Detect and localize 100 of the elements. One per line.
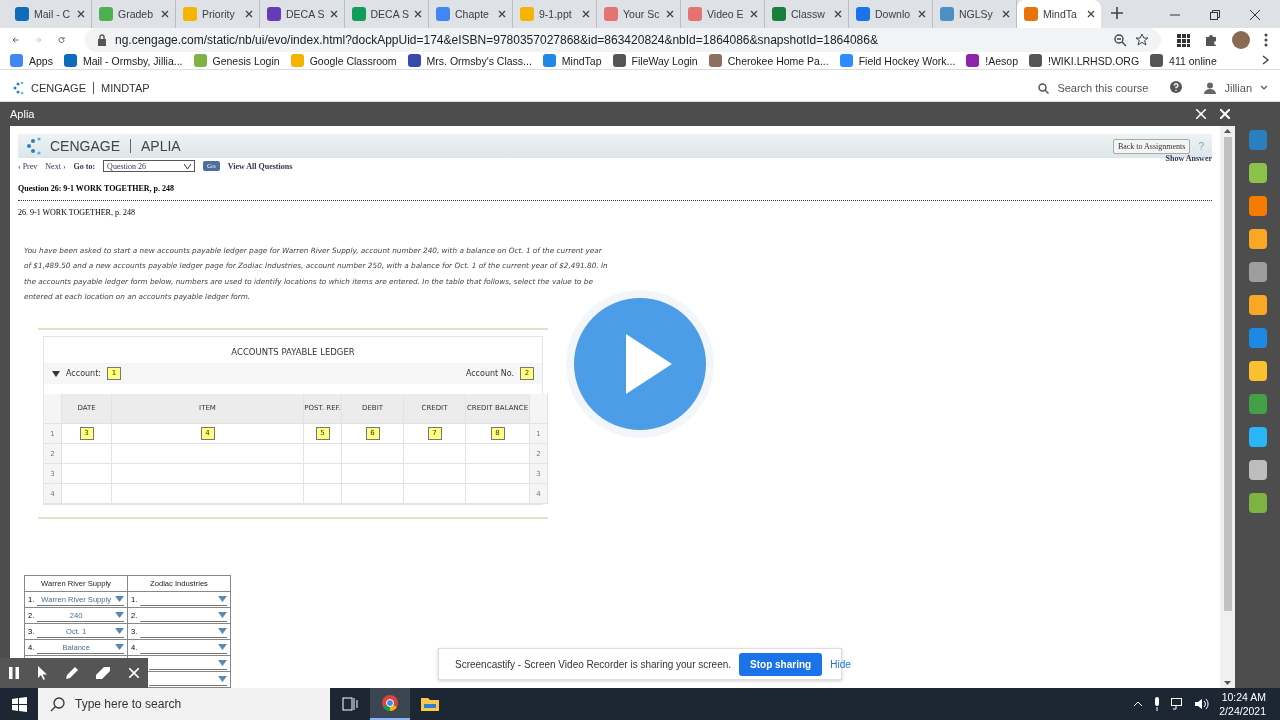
- search-icon: [1038, 82, 1050, 94]
- pointer-icon: [37, 666, 48, 680]
- eraser-icon: [96, 667, 111, 679]
- close-icon: [1220, 109, 1230, 120]
- app-icon[interactable]: [1248, 361, 1267, 382]
- close-icon: [918, 10, 927, 18]
- app-icon[interactable]: [1248, 493, 1267, 514]
- product-name: APLIA: [141, 138, 181, 155]
- answer-dropdown[interactable]: [140, 625, 227, 638]
- grid-icon: [1177, 33, 1190, 47]
- app-icon[interactable]: [1248, 328, 1267, 349]
- dropdown-arrow-icon: [218, 596, 227, 602]
- browser-tab[interactable]: Mail - C: [8, 0, 92, 28]
- microphone-icon: [1153, 697, 1162, 711]
- play-icon: [572, 296, 708, 432]
- next-link[interactable]: Next ›: [45, 161, 66, 171]
- zoom-icon: [1114, 33, 1127, 47]
- dropdown-arrow-icon: [218, 628, 227, 634]
- sharing-message: Screencastify - Screen Video Recorder is sharing your screen.: [455, 658, 732, 670]
- bookmark-link[interactable]: Apps: [10, 54, 53, 68]
- star-icon: [1135, 33, 1149, 47]
- bookmark-link[interactable]: Cherokee Home Pa...: [708, 54, 829, 68]
- close-icon: [77, 10, 85, 18]
- ledger-cell: [62, 464, 112, 484]
- task-view-icon: [342, 697, 358, 711]
- answer-dropdown[interactable]: [149, 673, 227, 686]
- user-menu[interactable]: Jillian: [1224, 82, 1252, 95]
- scroll-up-icon: [1224, 129, 1231, 134]
- close-icon: [161, 10, 169, 18]
- app-icon[interactable]: [1248, 427, 1267, 448]
- bookmark-link[interactable]: !WIKI.LRHSD.ORG: [1029, 54, 1140, 68]
- ledger-title: ACCOUNTS PAYABLE LEDGER: [230, 346, 356, 359]
- close-icon: [582, 10, 591, 18]
- pencil-icon: [65, 667, 78, 679]
- close-icon: [414, 10, 423, 18]
- close-icon: [834, 10, 843, 18]
- question-title: Question 26: 9-1 WORK TOGETHER, p. 248: [18, 184, 1212, 202]
- user-icon: [1204, 82, 1217, 95]
- question-select[interactable]: Question 26: [103, 160, 196, 173]
- ledger-cell: [304, 464, 342, 484]
- answer-dropdown[interactable]: [140, 641, 227, 654]
- restore-icon: [1210, 10, 1220, 20]
- scroll-down-icon: [1224, 681, 1231, 685]
- search-icon: [50, 696, 65, 712]
- puzzle-icon: [1204, 33, 1218, 47]
- caret-icon: [184, 163, 192, 169]
- bookmark-link[interactable]: Genesis Login: [193, 54, 280, 68]
- close-icon: [245, 10, 253, 18]
- show-answer-link[interactable]: Show Answer: [1165, 154, 1212, 164]
- answer-dropdown[interactable]: [140, 593, 227, 606]
- goto-label: Go to:: [73, 161, 96, 171]
- collapse-icon: [1196, 109, 1206, 120]
- chevron-icon: [1262, 54, 1270, 65]
- dropdown-arrow-icon: [115, 644, 124, 650]
- close-icon: [1087, 10, 1096, 18]
- app-icon[interactable]: [1248, 394, 1267, 415]
- avatar-icon[interactable]: [1232, 31, 1250, 49]
- app-icon[interactable]: [1248, 163, 1267, 184]
- bookmark-link[interactable]: Mail - Ormsby, Jillia...: [63, 54, 183, 68]
- close-icon: [1250, 10, 1260, 20]
- close-icon: [128, 668, 139, 678]
- plus-icon: [1111, 7, 1124, 19]
- prev-link[interactable]: ‹ Prev: [18, 161, 38, 171]
- bookmark-link[interactable]: FileWay Login: [612, 54, 698, 68]
- bookmark-link[interactable]: Google Classroom: [290, 54, 397, 68]
- browser-tab[interactable]: MindTa: [1017, 0, 1102, 28]
- bookmark-link[interactable]: Mrs. Ormsby's Class...: [407, 54, 532, 68]
- bookmark-link[interactable]: !Aesop: [966, 54, 1019, 68]
- app-icon[interactable]: [1248, 229, 1267, 250]
- app-icon[interactable]: [1248, 295, 1267, 316]
- app-title: Aplia: [10, 108, 35, 121]
- dropdown-arrow-icon: [218, 660, 227, 666]
- volume-icon: [1195, 698, 1210, 710]
- ledger-cell: [342, 464, 404, 484]
- answer-dropdown[interactable]: [149, 657, 227, 670]
- back-to-assignments-button[interactable]: Back to Assignments: [1112, 138, 1191, 154]
- field-label: Account No.: [465, 369, 514, 378]
- pause-icon: [9, 667, 20, 679]
- answer-dropdown[interactable]: [140, 609, 227, 622]
- view-all-link[interactable]: View All Questions: [227, 161, 293, 171]
- search-link[interactable]: Search this course: [1057, 82, 1149, 95]
- app-icon[interactable]: [1248, 196, 1267, 217]
- dropdown-arrow-icon: [115, 596, 124, 602]
- taskbar-search-field[interactable]: Type here to search: [38, 688, 330, 720]
- app-icon[interactable]: [1248, 262, 1267, 283]
- close-icon: [329, 10, 338, 18]
- question-subtitle: 26. 9-1 WORK TOGETHER, p. 248: [18, 208, 136, 218]
- folder-icon: [421, 697, 439, 711]
- close-icon: [1002, 10, 1011, 18]
- lock-icon: [97, 34, 107, 46]
- hide-link[interactable]: Hide: [830, 658, 851, 670]
- stop-sharing-button[interactable]: Stop sharing: [739, 652, 823, 676]
- close-icon: [666, 10, 675, 18]
- address-field[interactable]: ng.cengage.com/static/nb/ui/evo/index.html?dockAppUid=174&eISBN=9780357027868&id=863420824&nbId=1864086&snapshotId=1864086&: [85, 28, 1161, 52]
- app-icon[interactable]: [1248, 460, 1267, 481]
- help-icon: [1170, 81, 1183, 94]
- bookmark-link[interactable]: Field Hockey Work...: [839, 54, 956, 68]
- bookmark-link[interactable]: MindTap: [542, 54, 602, 68]
- bookmark-link[interactable]: 411 online: [1150, 54, 1217, 68]
- scrollbar-thumb[interactable]: [1223, 137, 1232, 611]
